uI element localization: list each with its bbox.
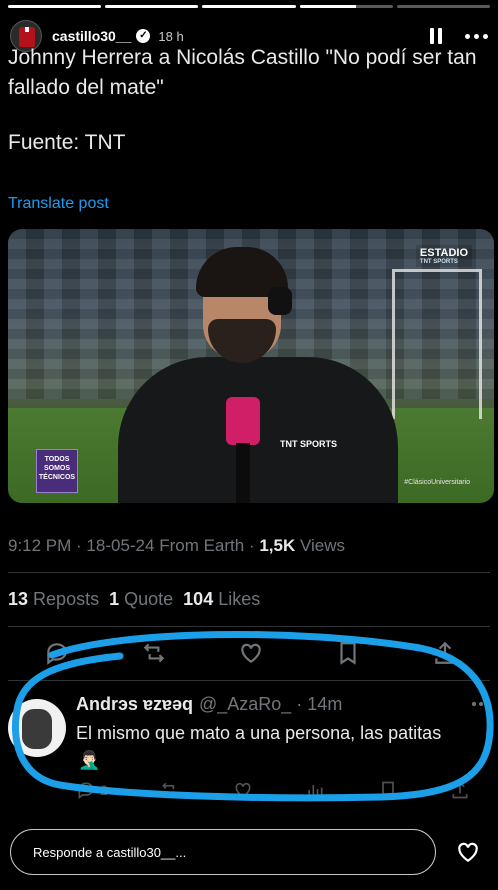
translate-post-link[interactable]: Translate post	[8, 195, 109, 213]
reply-handle: @_AzaRo_ · 14m	[198, 694, 343, 714]
reply-avatar[interactable]	[8, 699, 66, 757]
progress-segment	[8, 5, 102, 8]
story-reply-bar	[10, 827, 488, 877]
divider	[8, 680, 490, 681]
reply-share-button[interactable]	[450, 780, 470, 800]
post-timestamp: 9:12 PM · 18-05-24 From Earth ·	[8, 536, 260, 555]
jacket-logo: TNT SPORTS	[280, 439, 338, 449]
progress-segment	[105, 5, 199, 8]
quotes-stat[interactable]: 1 Quote	[109, 589, 173, 610]
bookmark-icon	[381, 781, 394, 800]
reposts-stat[interactable]: 13 Reposts	[8, 589, 99, 610]
post-image[interactable]: ESTADIO TNT SPORTS TNT SPORTS TODOS SOMOS…	[8, 229, 494, 503]
post-source: Fuente: TNT	[8, 131, 126, 154]
progress-segment	[299, 5, 393, 8]
reply-icon[interactable]	[44, 640, 70, 666]
repost-icon	[162, 782, 179, 798]
reply-reply-button[interactable]: 2	[76, 780, 108, 800]
reply-bookmark-button[interactable]	[378, 780, 398, 800]
repost-icon[interactable]	[141, 640, 167, 666]
story-time: 18 h	[158, 28, 184, 44]
reply-icon	[78, 782, 94, 800]
post-actions	[44, 640, 458, 666]
views-label: Views	[295, 536, 346, 555]
likes-stat[interactable]: 104 Likes	[183, 589, 260, 610]
todos-somos-tecnicos-badge: TODOS SOMOS TÉCNICOS	[36, 449, 78, 493]
story-progress	[8, 5, 491, 8]
progress-segment	[202, 5, 296, 8]
divider	[8, 572, 490, 573]
more-options-icon[interactable]	[465, 33, 488, 39]
post-meta: 9:12 PM · 18-05-24 From Earth · 1,5K Vie…	[8, 536, 345, 556]
share-icon	[452, 781, 468, 799]
bookmark-icon[interactable]	[335, 640, 361, 666]
like-icon	[235, 782, 251, 798]
reporter-figure: TNT SPORTS	[108, 247, 408, 503]
share-icon[interactable]	[432, 640, 458, 666]
story-username[interactable]: castillo30__	[52, 28, 131, 44]
views-icon	[308, 785, 323, 797]
views-count: 1,5K	[259, 536, 296, 555]
microphone-icon	[226, 397, 260, 445]
reply-tweet[interactable]: Andrэs ɐzɐəq @_AzaRo_ · 14m El mismo que …	[8, 694, 490, 804]
story-like-button[interactable]	[448, 832, 488, 872]
heart-icon	[458, 842, 478, 862]
post-text: Johnny Herrera a Nicolás Castillo "No po…	[8, 46, 477, 99]
pause-icon[interactable]	[429, 28, 443, 44]
reply-views-button[interactable]	[305, 780, 325, 800]
story-reply-input[interactable]	[10, 829, 436, 875]
reply-more-icon[interactable]	[472, 702, 490, 706]
reply-author[interactable]: Andrэs ɐzɐəq @_AzaRo_ · 14m	[76, 694, 342, 715]
facepalm-emoji: 🤦🏻‍♂️	[78, 750, 101, 770]
divider	[8, 626, 490, 627]
reply-like-button[interactable]	[233, 780, 253, 800]
broadcast-hashtag: #ClásicoUniversitario	[404, 479, 470, 486]
progress-segment	[396, 5, 491, 8]
reply-text: El mismo que mato a una persona, las pat…	[76, 723, 442, 743]
reply-actions: 2	[76, 780, 470, 800]
like-icon[interactable]	[238, 640, 264, 666]
estadio-logo: ESTADIO TNT SPORTS	[415, 245, 472, 267]
verified-icon: ✓	[136, 29, 151, 43]
post-stats: 13 Reposts 1 Quote 104 Likes	[8, 589, 260, 610]
reply-repost-button[interactable]	[160, 780, 180, 800]
